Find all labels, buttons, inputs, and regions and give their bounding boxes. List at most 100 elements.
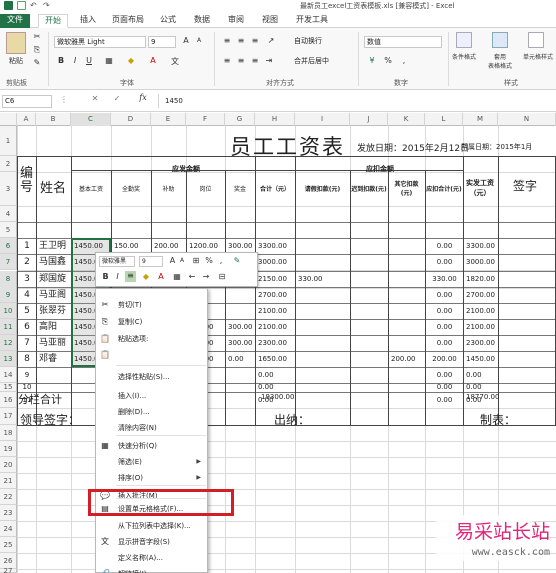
table-cell-other[interactable] bbox=[391, 319, 423, 335]
column-header[interactable]: G bbox=[225, 113, 255, 126]
decrease-font-icon[interactable]: A bbox=[194, 37, 204, 44]
table-cell-no[interactable]: 8 bbox=[20, 351, 34, 367]
row-header[interactable]: 6 bbox=[0, 238, 17, 254]
row-header[interactable]: 20 bbox=[0, 457, 17, 473]
table-cell-name[interactable]: 邓睿 bbox=[39, 351, 69, 367]
table-cell-name[interactable]: 张翠芬 bbox=[39, 303, 69, 319]
column-header[interactable]: M bbox=[463, 113, 498, 126]
row-header[interactable]: 25 bbox=[0, 537, 17, 553]
column-header[interactable]: B bbox=[36, 113, 71, 126]
row-header[interactable]: 7 bbox=[0, 254, 17, 270]
tab-view[interactable]: 视图 bbox=[258, 14, 282, 28]
row-header[interactable]: 14 bbox=[0, 367, 17, 383]
row-header[interactable]: 3 bbox=[0, 172, 17, 206]
table-cell-deduct-total[interactable]: 200.00 bbox=[428, 351, 461, 367]
table-cell-leave[interactable] bbox=[298, 238, 348, 254]
table-cell-late[interactable] bbox=[353, 351, 386, 367]
tab-insert[interactable]: 插入 bbox=[76, 14, 100, 28]
table-cell-deduct-total[interactable]: 0.00 bbox=[428, 383, 461, 392]
row-header[interactable]: 5 bbox=[0, 222, 17, 238]
table-cell-total[interactable]: 2150.00 bbox=[258, 271, 293, 288]
table-cell-total[interactable]: 2100.00 bbox=[258, 319, 293, 335]
font-name-select[interactable]: 微软雅黑 Light bbox=[54, 36, 146, 48]
format-painter-icon[interactable]: ✎ bbox=[32, 58, 42, 67]
table-cell-actual[interactable]: 0.00 bbox=[466, 367, 496, 383]
paste-icon[interactable] bbox=[6, 32, 26, 54]
mini-font-size[interactable]: 9 bbox=[139, 256, 163, 267]
table-cell-late[interactable] bbox=[353, 238, 386, 254]
mini-decrease-decimal-icon[interactable]: ← bbox=[187, 272, 197, 281]
table-cell-late[interactable] bbox=[353, 271, 386, 288]
column-header[interactable]: L bbox=[425, 113, 463, 126]
menu-item[interactable]: ✂ 剪切(T) bbox=[96, 297, 207, 313]
tab-data[interactable]: 数据 bbox=[190, 14, 214, 28]
column-header[interactable]: K bbox=[388, 113, 425, 126]
table-cell-leave[interactable] bbox=[298, 303, 348, 319]
cell-styles-icon[interactable] bbox=[528, 32, 544, 48]
table-cell-no[interactable]: 4 bbox=[20, 287, 34, 303]
table-format-icon[interactable] bbox=[492, 32, 508, 48]
table-cell-name[interactable]: 高阳 bbox=[39, 319, 69, 335]
name-box-dropdown-icon[interactable]: ⋮ bbox=[60, 95, 68, 104]
row-header[interactable]: 12 bbox=[0, 335, 17, 351]
column-header[interactable]: N bbox=[498, 113, 556, 126]
table-format-button[interactable]: 套用 表格格式 bbox=[484, 52, 516, 70]
menu-item[interactable]: 📋 粘贴选项: bbox=[96, 331, 207, 347]
font-color-icon[interactable]: A bbox=[146, 56, 160, 65]
number-format-select[interactable]: 数值 bbox=[364, 36, 442, 48]
save-icon[interactable] bbox=[17, 1, 26, 10]
row-header[interactable]: 18 bbox=[0, 425, 17, 441]
underline-icon[interactable]: U bbox=[84, 56, 94, 65]
mini-percent-icon[interactable]: % bbox=[204, 256, 214, 265]
column-header[interactable]: A bbox=[17, 113, 36, 126]
align-top-icon[interactable]: ≡ bbox=[222, 36, 232, 45]
increase-font-icon[interactable]: A bbox=[180, 36, 192, 45]
table-cell-deduct-total[interactable]: 0.00 bbox=[428, 319, 461, 335]
table-cell-bonus[interactable]: 0.00 bbox=[228, 351, 253, 367]
table-cell-actual[interactable]: 2300.00 bbox=[466, 335, 496, 351]
tab-review[interactable]: 审阅 bbox=[224, 14, 248, 28]
table-cell-no[interactable]: 7 bbox=[20, 335, 34, 351]
border-icon[interactable]: ▦ bbox=[102, 56, 116, 65]
table-cell-deduct-total[interactable]: 0.00 bbox=[428, 392, 461, 408]
table-cell-no[interactable]: 9 bbox=[20, 367, 34, 383]
row-header[interactable]: 11 bbox=[0, 319, 17, 335]
menu-item[interactable]: 定义名称(A)... bbox=[96, 550, 207, 566]
table-cell-other[interactable] bbox=[391, 271, 423, 288]
table-cell-deduct-total[interactable]: 0.00 bbox=[428, 254, 461, 270]
indent-icon[interactable]: ⇥ bbox=[264, 56, 274, 65]
tab-file[interactable]: 文件 bbox=[0, 14, 30, 28]
mini-comma-icon[interactable]: , bbox=[216, 256, 226, 265]
table-cell-total[interactable]: 1650.00 bbox=[258, 351, 293, 367]
row-header[interactable]: 16 bbox=[0, 392, 17, 408]
row-header[interactable]: 9 bbox=[0, 287, 17, 303]
table-cell-actual[interactable]: 0.00 bbox=[466, 383, 496, 392]
table-cell-name[interactable]: 郑国旋 bbox=[39, 271, 69, 288]
tab-formulas[interactable]: 公式 bbox=[156, 14, 180, 28]
table-cell-no[interactable]: 3 bbox=[20, 271, 34, 288]
table-cell-total[interactable]: 0.00 bbox=[258, 383, 293, 392]
table-cell-no[interactable]: 2 bbox=[20, 254, 34, 270]
redo-icon[interactable]: ↷ bbox=[43, 1, 52, 10]
enter-icon[interactable]: ✓ bbox=[112, 94, 122, 103]
table-cell-leave[interactable] bbox=[298, 335, 348, 351]
table-cell-late[interactable] bbox=[353, 303, 386, 319]
menu-item[interactable]: ⎘ 复制(C) bbox=[96, 314, 207, 330]
table-cell-other[interactable]: 200.00 bbox=[391, 351, 423, 367]
table-cell-actual[interactable]: 2700.00 bbox=[466, 287, 496, 303]
table-cell-other[interactable] bbox=[391, 287, 423, 303]
row-header[interactable]: 17 bbox=[0, 408, 17, 425]
row-header[interactable]: 22 bbox=[0, 489, 17, 505]
menu-item[interactable]: 清除内容(N) bbox=[96, 420, 207, 436]
table-cell-no[interactable]: 6 bbox=[20, 319, 34, 335]
row-header[interactable]: 10 bbox=[0, 303, 17, 319]
menu-item[interactable]: 排序(O) ▶ bbox=[96, 470, 207, 486]
bold-icon[interactable]: B bbox=[56, 56, 66, 65]
formula-input[interactable]: 1450 bbox=[158, 94, 554, 108]
menu-item[interactable]: ▦ 快速分析(Q) bbox=[96, 438, 207, 454]
table-cell-name[interactable]: 马亚阁 bbox=[39, 287, 69, 303]
mini-border-icon[interactable]: ▦ bbox=[172, 272, 182, 281]
mini-font-color-icon[interactable]: A bbox=[156, 272, 166, 281]
table-cell-total[interactable]: 2700.00 bbox=[258, 287, 293, 303]
menu-item[interactable]: 文 显示拼音字段(S) bbox=[96, 534, 207, 550]
